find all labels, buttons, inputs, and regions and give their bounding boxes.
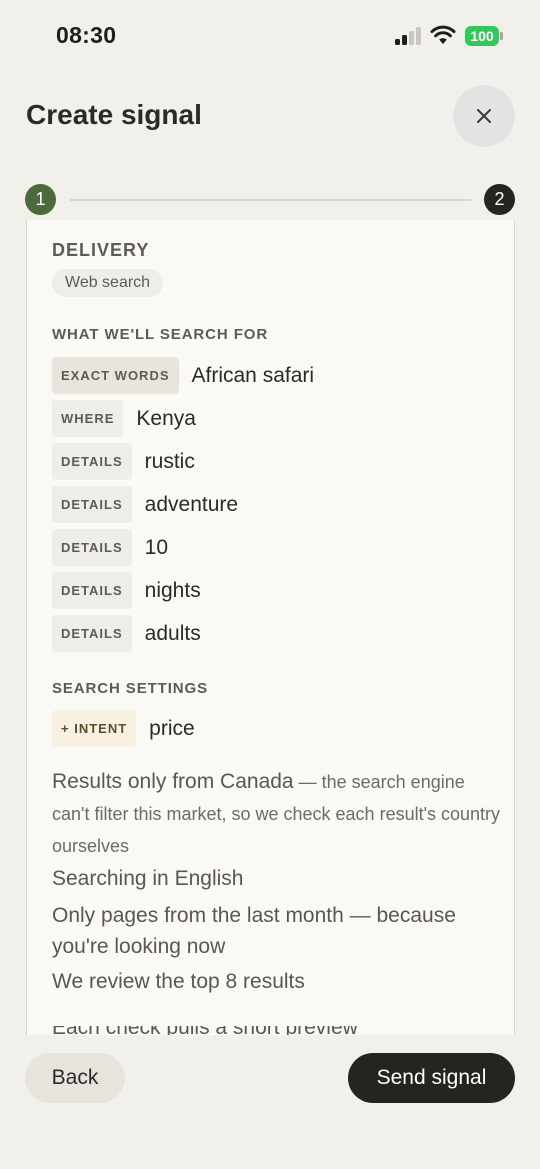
term-tag: DETAILS <box>52 615 132 652</box>
create-signal-screen: 08:30 100 Create signal 1 2 DELIVERY Web… <box>0 0 540 1169</box>
term-value: 10 <box>144 535 169 559</box>
search-settings-heading: SEARCH SETTINGS <box>52 680 209 697</box>
term-value: adventure <box>144 492 239 516</box>
region-note: Results only from Canada — the search en… <box>52 766 502 862</box>
search-term-row: WHERE Kenya <box>52 400 196 437</box>
term-tag: DETAILS <box>52 529 132 566</box>
term-tag: EXACT WORDS <box>52 357 179 394</box>
term-tag: DETAILS <box>52 486 132 523</box>
language-note: Searching in English <box>52 867 244 890</box>
send-signal-button[interactable]: Send signal <box>348 1053 515 1103</box>
step-2-indicator: 2 <box>484 184 515 215</box>
term-value: adults <box>144 621 201 645</box>
signal-summary-card[interactable]: DELIVERY Web search WHAT WE'LL SEARCH FO… <box>26 220 515 1035</box>
term-value: African safari <box>191 363 315 387</box>
wifi-icon <box>430 25 456 44</box>
page-title: Create signal <box>26 99 202 130</box>
step-1-indicator: 1 <box>25 184 56 215</box>
term-value: nights <box>144 578 201 602</box>
close-button[interactable] <box>453 85 515 147</box>
stepper-line <box>70 199 471 201</box>
back-button[interactable]: Back <box>25 1053 125 1103</box>
review-note: We review the top 8 results <box>52 970 305 993</box>
region-main: Results only from Canada <box>52 770 294 793</box>
search-term-row: DETAILS adventure <box>52 486 238 523</box>
partially-visible-line: Each check pulls a short preview <box>52 1026 472 1035</box>
delivery-heading: DELIVERY <box>52 240 150 260</box>
term-tag: DETAILS <box>52 572 132 609</box>
status-time: 08:30 <box>56 22 117 48</box>
intent-row: + INTENT price <box>52 710 195 747</box>
search-term-row: DETAILS 10 <box>52 529 168 566</box>
battery-icon: 100 <box>465 26 499 46</box>
battery-cap <box>500 32 503 40</box>
search-term-row: EXACT WORDS African safari <box>52 357 314 394</box>
delivery-method-chip: Web search <box>52 269 164 297</box>
term-value: Kenya <box>136 406 196 430</box>
search-term-row: DETAILS adults <box>52 615 201 652</box>
search-term-row: DETAILS rustic <box>52 443 195 480</box>
recency-note: Only pages from the last month — because… <box>52 904 456 958</box>
term-tag: DETAILS <box>52 443 132 480</box>
search-term-row: DETAILS nights <box>52 572 201 609</box>
cellular-signal-icon <box>395 27 423 45</box>
term-tag: WHERE <box>52 400 124 437</box>
intent-value: price <box>149 716 195 740</box>
search-for-heading: WHAT WE'LL SEARCH FOR <box>52 326 269 343</box>
intent-tag: + INTENT <box>52 710 137 747</box>
close-icon <box>477 109 491 123</box>
term-value: rustic <box>144 449 195 473</box>
